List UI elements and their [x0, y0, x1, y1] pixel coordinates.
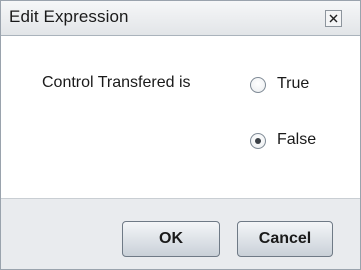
- radio-selected-dot: [255, 138, 261, 144]
- close-button[interactable]: [325, 10, 342, 27]
- radio-true[interactable]: [250, 77, 266, 93]
- radio-option-true[interactable]: True: [250, 75, 310, 94]
- dialog-title: Edit Expression: [9, 7, 129, 26]
- edit-expression-dialog: Edit Expression Control Transfered is Tr…: [0, 0, 361, 270]
- radio-option-false[interactable]: False: [250, 131, 317, 150]
- cancel-button[interactable]: Cancel: [237, 221, 333, 257]
- radio-true-label: True: [277, 75, 310, 92]
- radio-false[interactable]: [250, 133, 266, 149]
- close-icon: [329, 14, 338, 23]
- control-transfered-label: Control Transfered is: [42, 74, 191, 91]
- dialog-titlebar: Edit Expression: [1, 1, 360, 36]
- dialog-body: Control Transfered is True False: [1, 36, 360, 198]
- ok-button[interactable]: OK: [122, 221, 220, 257]
- radio-false-label: False: [277, 131, 317, 148]
- dialog-footer: OK Cancel: [1, 198, 360, 269]
